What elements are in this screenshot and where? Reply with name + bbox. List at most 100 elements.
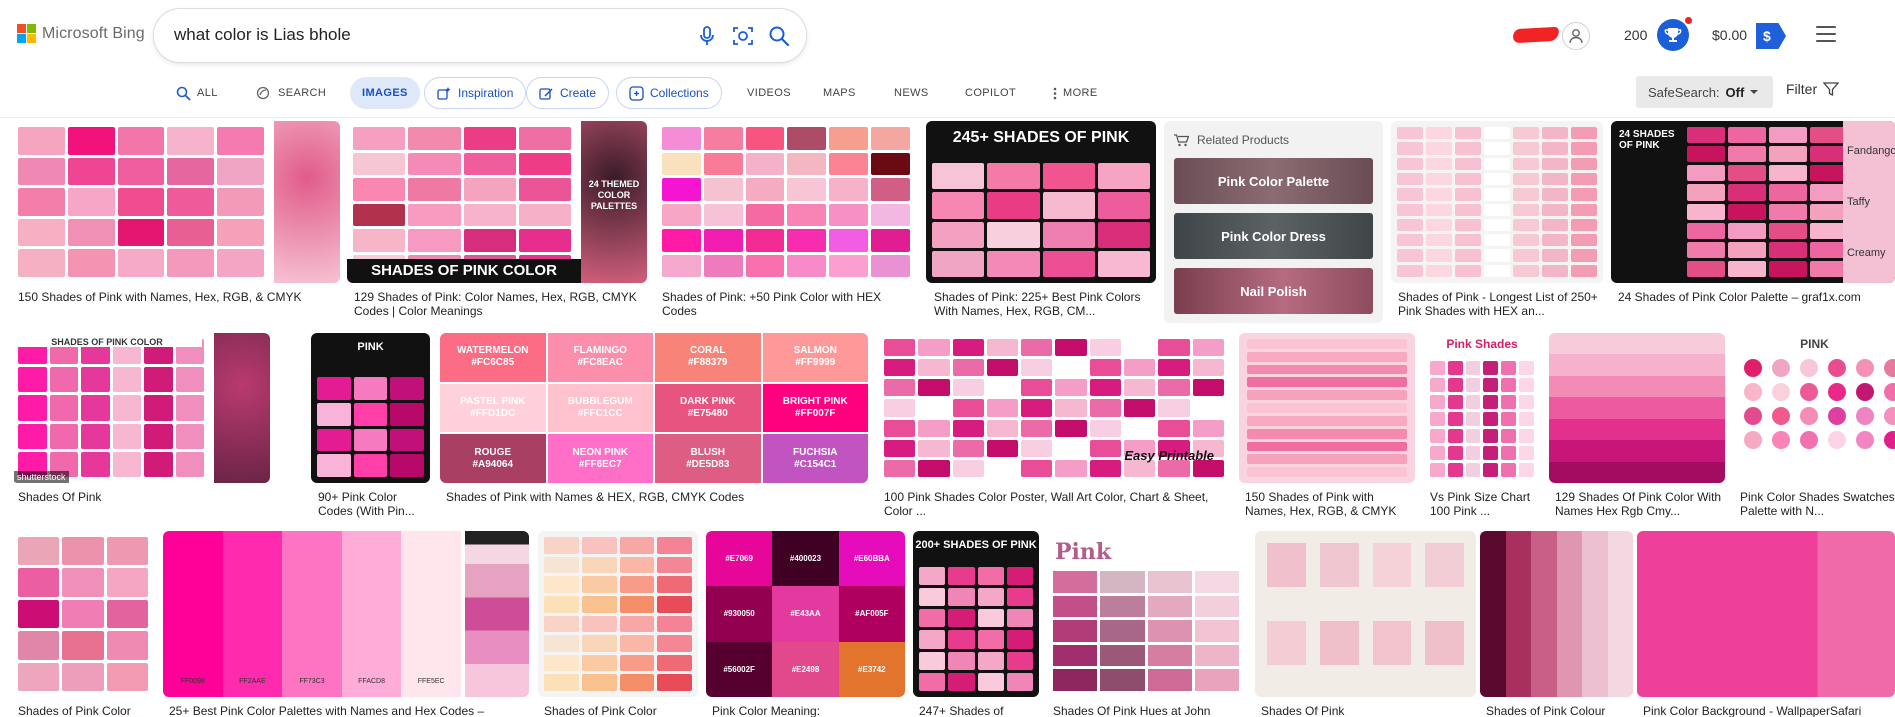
dot-swatch xyxy=(1828,383,1846,401)
image-caption[interactable]: Shades of Pink Color xyxy=(18,704,158,717)
tab-label: Create xyxy=(560,86,597,100)
tab-images[interactable]: IMAGES xyxy=(350,77,420,109)
safesearch-dropdown[interactable]: SafeSearch: Off xyxy=(1636,76,1773,108)
image-result[interactable] xyxy=(1391,121,1603,283)
image-result[interactable]: PINK xyxy=(311,333,430,483)
image-caption[interactable]: Shades of Pink - Longest List of 250+ Pi… xyxy=(1398,290,1606,318)
image-caption[interactable]: Shades of Pink: +50 Pink Color with HEX … xyxy=(662,290,912,318)
dot-swatch xyxy=(1828,407,1846,425)
tab-inspiration[interactable]: Inspiration xyxy=(424,77,527,109)
palette-code: FF73C3 xyxy=(299,678,325,685)
swatch xyxy=(919,609,946,628)
tab-search[interactable]: SEARCH xyxy=(256,77,326,109)
dollar-badge-icon[interactable]: $ xyxy=(1756,23,1786,49)
bing-logo[interactable]: Microsoft Bing xyxy=(17,24,145,43)
image-caption[interactable]: Shades of Pink Colour xyxy=(1486,704,1626,717)
search-input[interactable] xyxy=(174,24,654,46)
swatch-hex: #FF9999 xyxy=(795,357,836,369)
menu-icon[interactable] xyxy=(1816,26,1836,42)
list-row xyxy=(1247,428,1407,439)
image-caption[interactable]: Shades Of Pink Hues at John xyxy=(1053,704,1243,717)
list-row xyxy=(1247,364,1407,375)
image-result[interactable] xyxy=(1239,333,1415,483)
tab-label: NEWS xyxy=(894,87,929,99)
image-result[interactable] xyxy=(12,531,154,697)
image-caption[interactable]: Pink Color Shades Swatches Palette with … xyxy=(1740,490,1895,518)
image-result[interactable]: #E7069 #400023 #E60BBA #930050 #E43AA #AF005F… xyxy=(706,531,905,697)
microphone-icon[interactable] xyxy=(694,23,720,49)
image-result[interactable]: Pink xyxy=(1047,531,1245,697)
image-result[interactable] xyxy=(538,531,698,697)
related-pink-color-palette[interactable]: Pink Color Palette xyxy=(1174,158,1373,204)
swatch-hex: #E75480 xyxy=(687,407,728,419)
visual-search-icon[interactable] xyxy=(730,23,756,49)
image-caption[interactable]: Pink Color Background - WallpaperSafari xyxy=(1643,704,1893,717)
image-caption[interactable]: Shades Of Pink xyxy=(18,490,268,518)
image-result[interactable]: WATERMELON #FC6C85 FLAMINGO #FC8EAC CORAL #F8… xyxy=(440,333,868,483)
tab-all[interactable]: ALL xyxy=(176,77,218,109)
image-result[interactable] xyxy=(1480,531,1633,697)
image-caption[interactable]: 150 Shades of Pink with Names, Hex, RGB,… xyxy=(1245,490,1415,518)
image-caption[interactable]: Shades of Pink: 225+ Best Pink Colors Wi… xyxy=(934,290,1156,318)
image-caption[interactable]: 129 Shades of Pink: Color Names, Hex, RG… xyxy=(354,290,644,318)
image-caption[interactable]: Vs Pink Size Chart 100 Pink ... xyxy=(1430,490,1540,518)
tab-more[interactable]: MORE xyxy=(1053,77,1098,109)
balance[interactable]: $0.00 xyxy=(1712,27,1747,43)
search-box[interactable] xyxy=(154,9,806,62)
rewards-points[interactable]: 200 xyxy=(1624,27,1647,43)
image-caption[interactable]: 25+ Best Pink Color Palettes with Names … xyxy=(169,704,529,717)
image-result[interactable]: SHADES OF PINK COLOR 24 THEMED COLOR PALE… xyxy=(347,121,647,283)
swatch xyxy=(518,178,571,201)
swatch xyxy=(1542,142,1568,155)
image-result[interactable]: FF0098 FF2AAE FF73C3 FFACD8 FFE5EC xyxy=(163,531,529,697)
swatch xyxy=(987,192,1040,219)
image-result[interactable]: 245+ SHADES OF PINK xyxy=(926,121,1156,283)
image-overlay-title: SHADES OF PINK COLOR xyxy=(12,337,202,347)
related-pink-color-dress[interactable]: Pink Color Dress xyxy=(1174,213,1373,259)
image-caption[interactable]: 247+ Shades of xyxy=(919,704,1039,717)
image-caption[interactable]: 150 Shades of Pink with Names, Hex, RGB,… xyxy=(18,290,348,318)
tab-news[interactable]: NEWS xyxy=(894,77,929,109)
image-result[interactable] xyxy=(1255,531,1476,697)
dot-swatch xyxy=(1744,383,1762,401)
image-result[interactable]: Easy Printable xyxy=(878,333,1230,483)
image-caption[interactable]: Shades Of Pink xyxy=(1261,704,1471,717)
image-result[interactable] xyxy=(656,121,916,283)
image-caption[interactable]: Pink Color Meaning: xyxy=(712,704,902,717)
tab-maps[interactable]: MAPS xyxy=(823,77,856,109)
swatch xyxy=(390,428,424,452)
image-result[interactable]: 24 SHADES OF PINK Fandango Taffy Creamy xyxy=(1611,121,1895,283)
tab-copilot[interactable]: COPILOT xyxy=(965,77,1016,109)
image-caption[interactable]: Shades of Pink Color xyxy=(544,704,704,717)
tab-collections[interactable]: Collections xyxy=(616,77,722,109)
tab-videos[interactable]: VIDEOS xyxy=(747,77,791,109)
swatch xyxy=(390,402,424,426)
image-result[interactable]: Pink Shades xyxy=(1424,333,1540,483)
filter-button[interactable]: Filter xyxy=(1786,81,1840,97)
related-nail-polish[interactable]: Nail Polish xyxy=(1174,268,1373,314)
swatch xyxy=(884,419,916,437)
image-caption[interactable]: 90+ Pink Color Codes (With Pin... xyxy=(318,490,430,518)
swatch xyxy=(49,367,78,393)
vertical-tabs: ALL SEARCH IMAGES Inspiration Create Collecti… xyxy=(0,75,1895,109)
image-result[interactable]: 200+ SHADES OF PINK xyxy=(913,531,1039,697)
dot-swatch xyxy=(1828,431,1846,449)
image-result[interactable]: SHADES OF PINK COLOR shutterstock xyxy=(12,333,270,483)
image-result[interactable] xyxy=(12,121,340,283)
user-avatar-icon[interactable] xyxy=(1562,22,1590,50)
swatch xyxy=(518,203,571,226)
tab-create[interactable]: Create xyxy=(526,77,610,109)
rewards-trophy-icon[interactable] xyxy=(1657,19,1689,51)
swatch xyxy=(619,556,655,574)
swatch xyxy=(353,402,388,426)
image-result[interactable]: PINK xyxy=(1734,333,1895,483)
search-icon[interactable] xyxy=(766,23,792,49)
image-result[interactable] xyxy=(1637,531,1895,697)
image-result[interactable] xyxy=(1549,333,1725,483)
image-caption[interactable]: 129 Shades Of Pink Color With Names Hex … xyxy=(1555,490,1725,518)
swatch xyxy=(987,221,1040,248)
image-caption[interactable]: 100 Pink Shades Color Poster, Wall Art C… xyxy=(884,490,1230,518)
image-caption[interactable]: 24 Shades of Pink Color Palette – graf1x… xyxy=(1618,290,1888,318)
image-caption[interactable]: Shades of Pink with Names & HEX, RGB, CM… xyxy=(446,490,866,518)
swatch xyxy=(948,651,975,670)
